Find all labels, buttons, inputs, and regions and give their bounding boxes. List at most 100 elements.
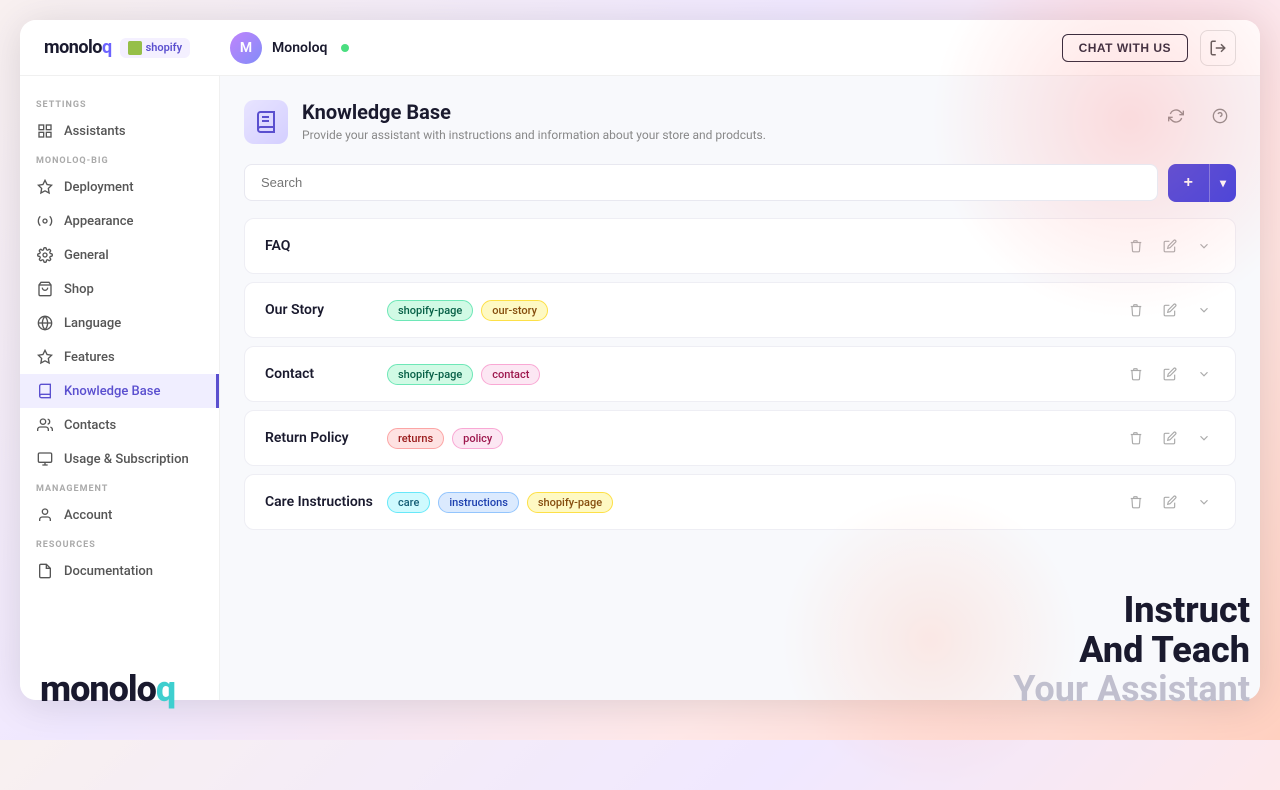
help-icon — [1212, 108, 1228, 124]
kb-item-actions-contact — [1125, 363, 1215, 385]
delete-faq-button[interactable] — [1125, 235, 1147, 257]
help-button[interactable] — [1204, 100, 1236, 132]
exit-icon — [1209, 39, 1227, 57]
exit-button[interactable] — [1200, 30, 1236, 66]
search-input[interactable] — [244, 164, 1158, 201]
tag-shopify-page-1: shopify-page — [387, 300, 473, 321]
edit-icon — [1163, 239, 1177, 253]
kb-item-name-care-instructions: Care Instructions — [265, 494, 375, 510]
promo-text: Instruct And Teach Your Assistant — [1013, 591, 1250, 710]
kb-item-name-return-policy: Return Policy — [265, 430, 375, 446]
kb-item-name-faq: FAQ — [265, 238, 375, 254]
sidebar-item-shop[interactable]: Shop — [20, 272, 219, 306]
delete-care-button[interactable] — [1125, 491, 1147, 513]
add-plus-icon: + — [1168, 164, 1210, 202]
online-indicator — [341, 44, 349, 52]
avatar: M — [230, 32, 262, 64]
refresh-icon — [1168, 108, 1184, 124]
delete-our-story-button[interactable] — [1125, 299, 1147, 321]
edit-icon — [1163, 431, 1177, 445]
edit-care-button[interactable] — [1159, 491, 1181, 513]
usage-icon — [36, 450, 54, 468]
kb-item-actions-care-instructions — [1125, 491, 1215, 513]
search-row: + ▾ — [244, 164, 1236, 202]
delete-return-policy-button[interactable] — [1125, 427, 1147, 449]
features-icon — [36, 348, 54, 366]
sidebar-item-language[interactable]: Language — [20, 306, 219, 340]
tag-contact: contact — [481, 364, 540, 385]
trash-icon — [1129, 431, 1143, 445]
tag-shopify-page-2: shopify-page — [387, 364, 473, 385]
usage-label: Usage & Subscription — [64, 452, 189, 467]
shop-icon — [36, 280, 54, 298]
page-title: Knowledge Base — [302, 100, 1160, 124]
sidebar-item-account[interactable]: Account — [20, 498, 219, 532]
management-section-label: MANAGEMENT — [20, 476, 219, 498]
expand-care-button[interactable] — [1193, 491, 1215, 513]
kb-item-actions-return-policy — [1125, 427, 1215, 449]
edit-icon — [1163, 367, 1177, 381]
assistants-icon — [36, 122, 54, 140]
sidebar-item-deployment[interactable]: Deployment — [20, 170, 219, 204]
sidebar: SETTINGS Assistants MONOLOQ-BIG Deployme… — [20, 76, 220, 700]
deployment-label: Deployment — [64, 180, 134, 195]
appearance-label: Appearance — [64, 214, 133, 229]
expand-faq-button[interactable] — [1193, 235, 1215, 257]
sidebar-item-contacts[interactable]: Contacts — [20, 408, 219, 442]
refresh-button[interactable] — [1160, 100, 1192, 132]
edit-contact-button[interactable] — [1159, 363, 1181, 385]
edit-faq-button[interactable] — [1159, 235, 1181, 257]
kb-item-actions-our-story — [1125, 299, 1215, 321]
user-section: M Monoloq — [230, 32, 349, 64]
sidebar-item-knowledge-base[interactable]: Knowledge Base — [20, 374, 219, 408]
sidebar-item-documentation[interactable]: Documentation — [20, 554, 219, 588]
sidebar-item-usage[interactable]: Usage & Subscription — [20, 442, 219, 476]
kb-item-name-contact: Contact — [265, 366, 375, 382]
edit-our-story-button[interactable] — [1159, 299, 1181, 321]
language-icon — [36, 314, 54, 332]
user-name: Monoloq — [272, 40, 327, 56]
tag-instructions: instructions — [438, 492, 519, 513]
kb-item-return-policy: Return Policy returns policy — [244, 410, 1236, 466]
kb-item-faq: FAQ — [244, 218, 1236, 274]
sidebar-item-general[interactable]: General — [20, 238, 219, 272]
chat-with-us-button[interactable]: CHAT WITH US — [1062, 34, 1188, 62]
monoloq-section-label: MONOLOQ-BIG — [20, 148, 219, 170]
tag-returns: returns — [387, 428, 444, 449]
knowledge-base-list: FAQ — [244, 218, 1236, 538]
promo-line2: And Teach — [1013, 631, 1250, 671]
page-header-icon — [244, 100, 288, 144]
brand-name: monoloq — [44, 37, 112, 58]
add-button[interactable]: + ▾ — [1168, 164, 1236, 202]
kb-item-our-story: Our Story shopify-page our-story — [244, 282, 1236, 338]
kb-tags-our-story: shopify-page our-story — [387, 300, 1113, 321]
sidebar-item-features[interactable]: Features — [20, 340, 219, 374]
chevron-down-icon — [1197, 303, 1211, 317]
expand-contact-button[interactable] — [1193, 363, 1215, 385]
appearance-icon — [36, 212, 54, 230]
bottom-logo: monoloq — [40, 668, 175, 710]
trash-icon — [1129, 303, 1143, 317]
trash-icon — [1129, 367, 1143, 381]
contacts-icon — [36, 416, 54, 434]
assistants-label: Assistants — [64, 124, 126, 139]
shopify-icon — [128, 41, 142, 55]
expand-our-story-button[interactable] — [1193, 299, 1215, 321]
trash-icon — [1129, 495, 1143, 509]
tag-policy: policy — [452, 428, 503, 449]
sidebar-item-assistants[interactable]: Assistants — [20, 114, 219, 148]
kb-item-care-instructions: Care Instructions care instructions shop… — [244, 474, 1236, 530]
edit-return-policy-button[interactable] — [1159, 427, 1181, 449]
add-chevron-icon: ▾ — [1210, 166, 1236, 200]
knowledge-base-label: Knowledge Base — [64, 384, 160, 399]
documentation-label: Documentation — [64, 564, 153, 579]
general-label: General — [64, 248, 109, 263]
search-wrapper — [244, 164, 1158, 202]
delete-contact-button[interactable] — [1125, 363, 1147, 385]
expand-return-policy-button[interactable] — [1193, 427, 1215, 449]
tag-shopify-page-3: shopify-page — [527, 492, 613, 513]
edit-icon — [1163, 495, 1177, 509]
knowledge-base-icon — [36, 382, 54, 400]
sidebar-item-appearance[interactable]: Appearance — [20, 204, 219, 238]
navbar: monoloq shopify M Monoloq CHAT WITH US — [20, 20, 1260, 76]
